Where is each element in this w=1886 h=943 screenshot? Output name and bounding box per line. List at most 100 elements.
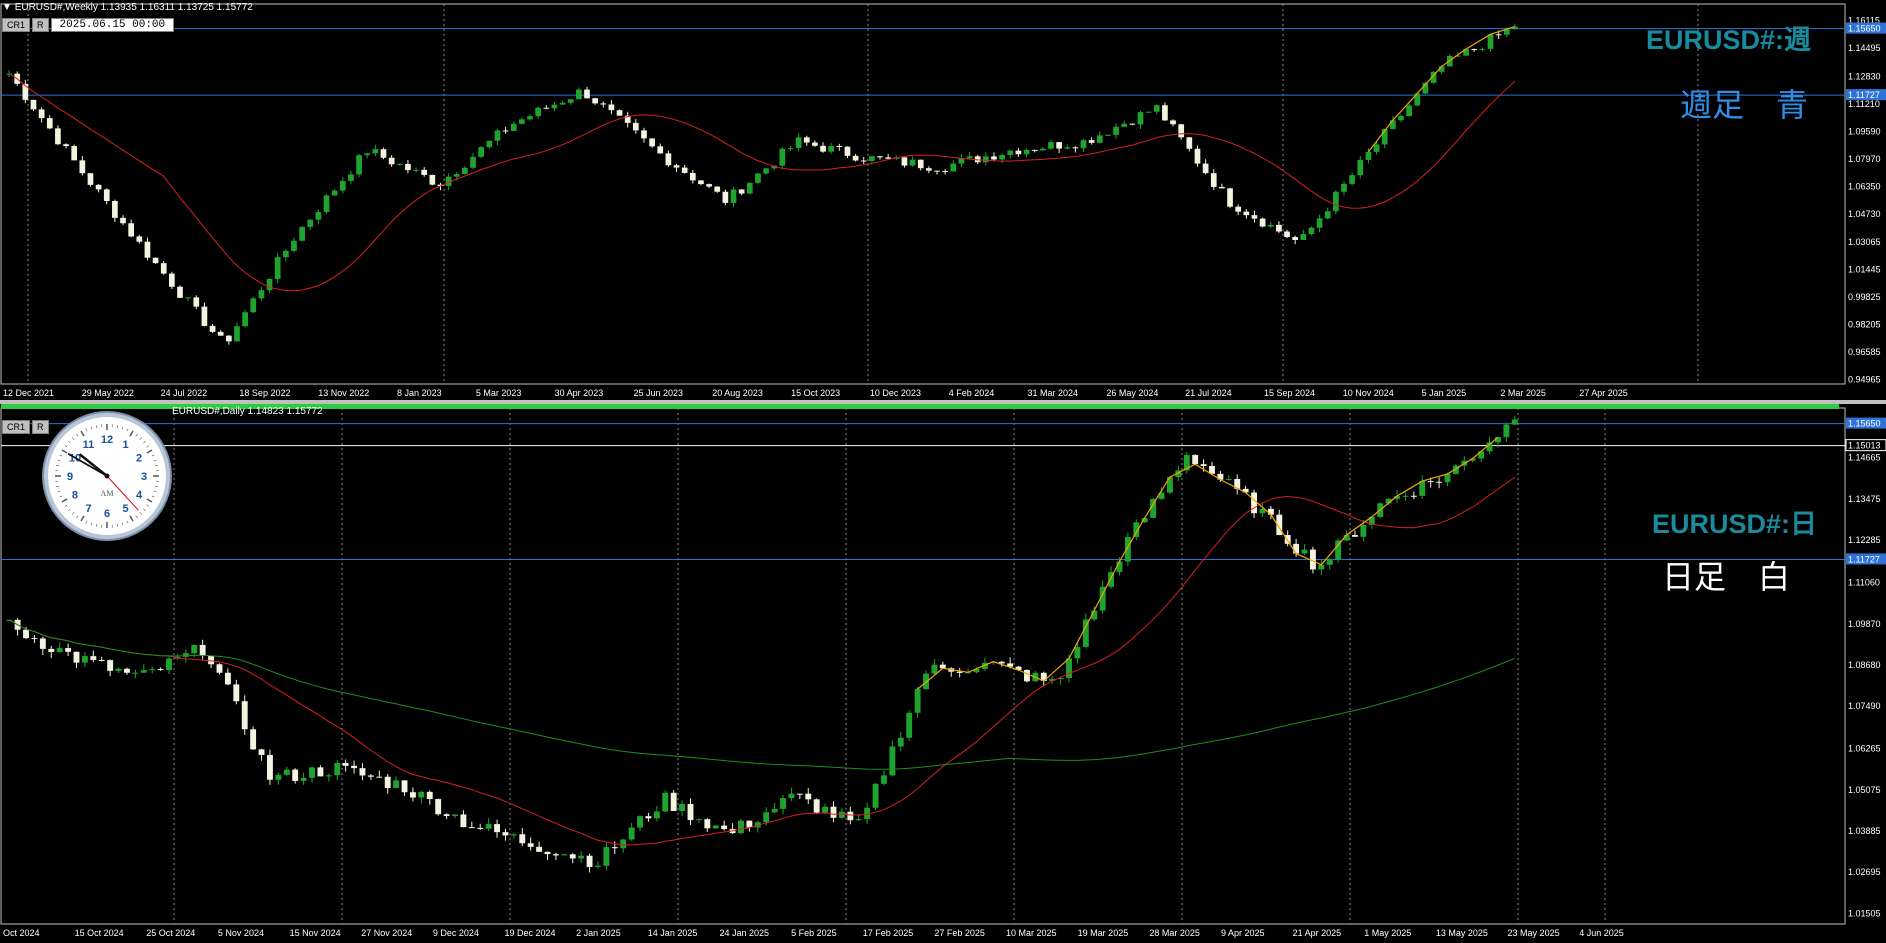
moving-average-fast bbox=[8, 73, 1516, 292]
clock-tick bbox=[151, 495, 155, 498]
daily-chart-pane[interactable]: Oct 2024 15 Oct 2024 25 Oct 2024 5 Nov 2024… bbox=[0, 404, 1886, 943]
candle-body bbox=[267, 755, 273, 780]
clock-number: 12 bbox=[101, 434, 113, 446]
candle-body bbox=[300, 777, 307, 781]
clock-tick bbox=[135, 433, 138, 437]
candle-body bbox=[372, 149, 379, 154]
candle-body bbox=[1023, 149, 1030, 155]
x-tick-label: 15 Sep 2024 bbox=[1264, 388, 1315, 398]
x-tick-label: 18 Sep 2022 bbox=[239, 388, 290, 398]
candle-body bbox=[551, 104, 558, 109]
candle-body bbox=[828, 145, 835, 152]
x-tick-label: 5 Feb 2025 bbox=[791, 928, 837, 938]
x-tick-label: 13 Nov 2022 bbox=[318, 388, 369, 398]
y-tick-label: 0.96585 bbox=[1848, 347, 1881, 357]
candle-body bbox=[1479, 48, 1486, 50]
pane-menu-icon[interactable]: ▼ bbox=[2, 2, 12, 13]
candle-body bbox=[1024, 670, 1030, 682]
candle-body bbox=[1389, 120, 1396, 129]
candle-body bbox=[897, 737, 904, 747]
candle-body bbox=[90, 656, 97, 660]
candle-body bbox=[79, 160, 86, 174]
candle-body bbox=[958, 158, 965, 164]
candle-body bbox=[712, 825, 719, 829]
x-tick-label: 14 Jan 2025 bbox=[648, 928, 698, 938]
x-tick-label: 15 Oct 2024 bbox=[75, 928, 124, 938]
candle-body bbox=[679, 803, 686, 812]
candle-body bbox=[299, 226, 305, 241]
candle-body bbox=[877, 156, 883, 158]
x-tick-label: 25 Jun 2023 bbox=[633, 388, 683, 398]
clock-tick bbox=[61, 498, 68, 503]
daily-header-text: EURUSD#,Daily 1.14823 1.15772 bbox=[172, 406, 323, 417]
candle-body bbox=[1072, 147, 1079, 149]
candle-body bbox=[608, 104, 615, 111]
clock-tick bbox=[68, 440, 71, 444]
weekly-chart-pane[interactable]: 12 Dec 2021 29 May 2022 24 Jul 2022 18 Sep … bbox=[0, 0, 1886, 400]
clock-tick bbox=[59, 454, 63, 457]
r-button[interactable]: R bbox=[32, 18, 49, 32]
candle-body bbox=[917, 159, 924, 169]
candle-body bbox=[1227, 188, 1233, 207]
candle-body bbox=[1210, 173, 1217, 187]
candle-body bbox=[1048, 142, 1054, 149]
clock-am-label: AM bbox=[101, 489, 114, 498]
x-tick-label: 30 Apr 2023 bbox=[555, 388, 604, 398]
candle-body bbox=[673, 165, 680, 168]
y-tick-label: 1.06350 bbox=[1848, 181, 1881, 191]
date-box[interactable]: 2025.06.15 00:00 bbox=[50, 18, 175, 32]
candle-body bbox=[1419, 481, 1426, 496]
candle-body bbox=[1153, 105, 1160, 112]
candle-body bbox=[982, 156, 989, 163]
r-button[interactable]: R bbox=[32, 420, 49, 434]
candle-body bbox=[201, 306, 208, 326]
candle-body bbox=[1235, 206, 1242, 212]
candle-body bbox=[620, 839, 627, 849]
x-tick-label: 24 Jan 2025 bbox=[719, 928, 769, 938]
candle-body bbox=[578, 855, 585, 859]
analog-clock[interactable]: 121234567891011AM bbox=[44, 413, 170, 539]
candle-body bbox=[1444, 473, 1451, 483]
candle-body bbox=[307, 219, 314, 227]
weekly-header-text: EURUSD#,Weekly 1.13935 1.16311 1.13725 1… bbox=[14, 2, 253, 13]
cr1-button[interactable]: CR1 bbox=[2, 420, 31, 434]
candle-body bbox=[1326, 559, 1333, 565]
cr1-button[interactable]: CR1 bbox=[2, 18, 31, 32]
candle-body bbox=[805, 793, 812, 800]
clock-number: 9 bbox=[67, 471, 73, 483]
candle-body bbox=[543, 107, 550, 109]
clock-number: 11 bbox=[83, 439, 95, 451]
price-label-text: 1.11727 bbox=[1848, 554, 1880, 564]
candle-body bbox=[356, 155, 362, 175]
candle-body bbox=[552, 854, 559, 856]
x-tick-label: 9 Dec 2024 bbox=[433, 928, 479, 938]
y-tick-label: 1.01445 bbox=[1848, 265, 1881, 275]
clock-tick bbox=[59, 495, 63, 498]
candle-body bbox=[704, 819, 711, 829]
candle-body bbox=[325, 775, 332, 777]
candle-body bbox=[926, 168, 932, 171]
clock-tick bbox=[146, 504, 150, 507]
clock-tick bbox=[71, 437, 75, 440]
x-tick-label: 27 Feb 2025 bbox=[934, 928, 985, 938]
candle-body bbox=[242, 312, 248, 327]
candle-body bbox=[63, 144, 69, 147]
y-tick-label: 1.05075 bbox=[1848, 785, 1881, 795]
x-tick-label: 19 Dec 2024 bbox=[505, 928, 556, 938]
daily-chart-header: EURUSD#,Daily 1.14823 1.15772 bbox=[172, 406, 323, 417]
daily-chart-controls: CR1 R bbox=[2, 420, 49, 434]
clock-number: 7 bbox=[85, 503, 91, 515]
candle-body bbox=[803, 137, 810, 143]
x-tick-label: 27 Nov 2024 bbox=[361, 928, 412, 938]
y-tick-label: 1.09870 bbox=[1848, 619, 1881, 629]
clock-tick bbox=[135, 515, 138, 519]
candle-body bbox=[359, 768, 366, 776]
candle-body bbox=[502, 832, 509, 836]
candle-body bbox=[763, 168, 769, 174]
x-tick-label: 27 Apr 2025 bbox=[1579, 388, 1628, 398]
candle-body bbox=[527, 843, 534, 847]
clock-tick bbox=[126, 428, 129, 432]
candle-body bbox=[906, 712, 913, 738]
clock-tick bbox=[151, 454, 155, 457]
candle-body bbox=[909, 159, 916, 166]
